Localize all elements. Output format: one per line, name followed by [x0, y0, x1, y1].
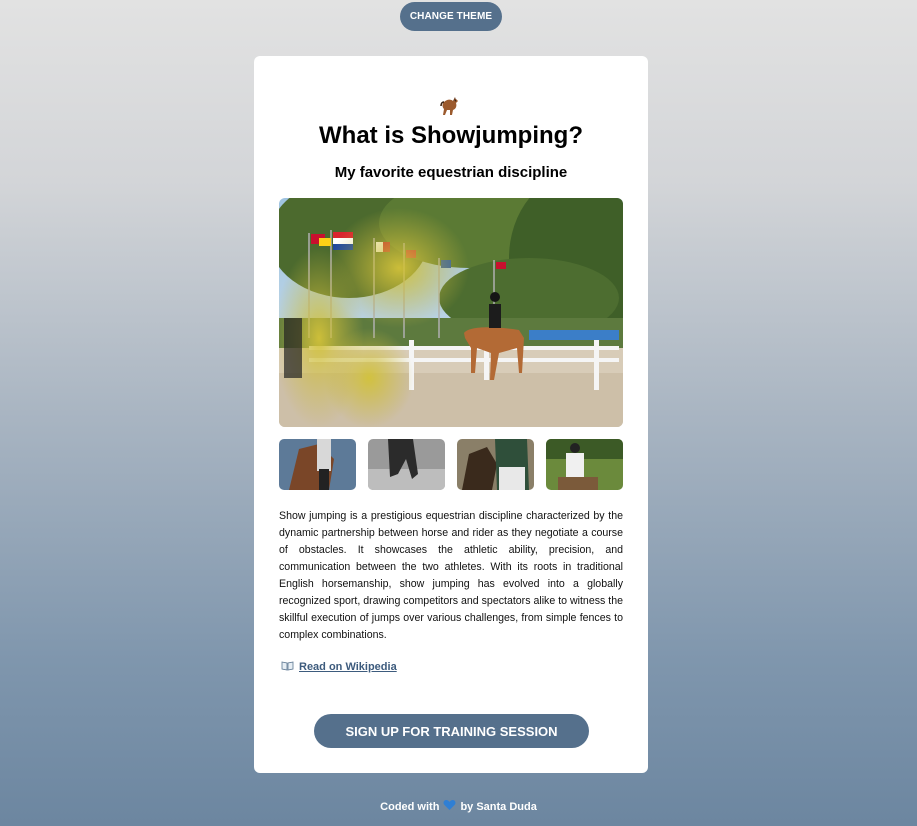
thumbnail-3[interactable]	[457, 439, 534, 490]
description-text: Show jumping is a prestigious equestrian…	[279, 510, 623, 641]
footer-prefix: Coded with	[380, 800, 440, 813]
horse-icon	[254, 94, 648, 120]
change-theme-button[interactable]: CHANGE THEME	[400, 2, 502, 31]
page-subtitle: My favorite equestrian discipline	[334, 164, 568, 181]
wikipedia-link[interactable]: Read on Wikipedia	[299, 661, 397, 673]
signup-button[interactable]: SIGN UP FOR TRAINING SESSION	[314, 714, 589, 748]
wiki-link-row: Read on Wikipedia	[281, 660, 397, 674]
page-title: What is Showjumping?	[319, 122, 583, 149]
thumbnail-1[interactable]	[279, 439, 356, 490]
hero-image	[279, 198, 623, 427]
heart-icon	[443, 799, 456, 814]
footer: Coded with by Santa Duda	[0, 799, 917, 814]
info-card: What is Showjumping? My favorite equestr…	[254, 56, 648, 773]
thumbnail-2[interactable]	[368, 439, 445, 490]
book-icon	[281, 660, 294, 674]
thumbnail-4[interactable]	[546, 439, 623, 490]
footer-suffix: by Santa Duda	[460, 800, 537, 813]
